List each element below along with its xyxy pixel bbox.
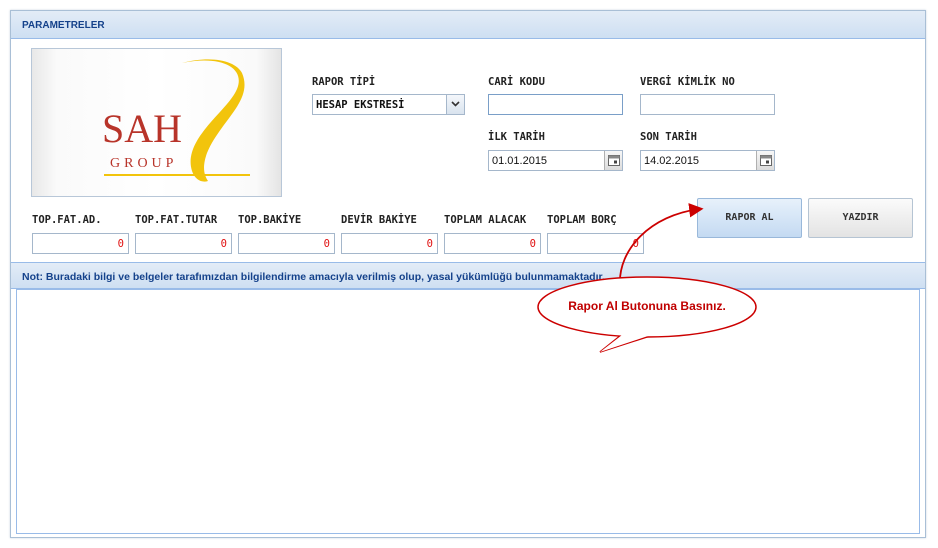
callout-text: Rapor Al Butonuna Basınız. bbox=[568, 299, 726, 313]
callout-bubble bbox=[537, 276, 757, 353]
